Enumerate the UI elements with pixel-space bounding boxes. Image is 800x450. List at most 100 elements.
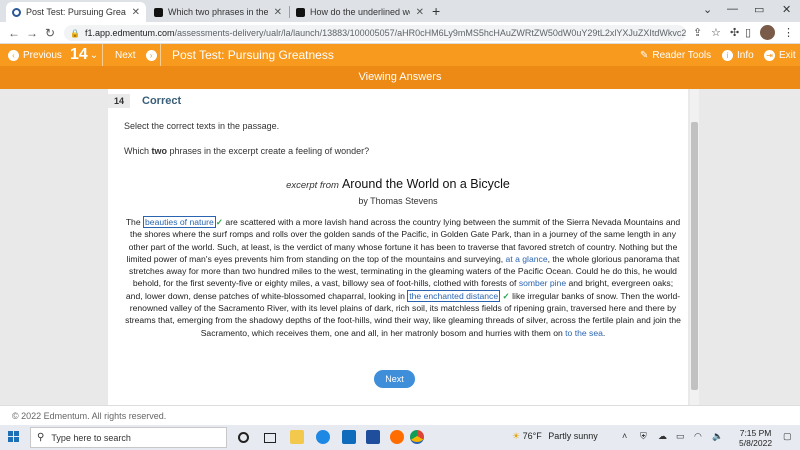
previous-label: Previous [23,49,62,61]
chevron-down-icon: ⌄ [89,49,99,61]
passage-segment: The [125,217,144,227]
reader-tools-label: Reader Tools [652,49,712,61]
tab-icon [154,7,163,17]
weather-widget[interactable]: ☀ 76°F Partly sunny [512,431,598,442]
tab-icon [296,7,305,17]
tab-post-test[interactable]: Post Test: Pursuing Greatness ✕ [6,2,146,22]
exit-label: Exit [779,49,796,61]
menu-icon[interactable]: ⋮ [783,26,794,39]
windows-taskbar: ⚲ Type here to search ☀ 76°F Partly sunn… [0,425,800,450]
cortana-icon[interactable] [238,432,249,443]
system-clock[interactable]: 7:15 PM 5/8/2022 [739,428,772,448]
mail-icon[interactable] [366,430,380,444]
next-button[interactable]: Next [374,370,415,388]
reader-tools-icon: ✎ [640,49,649,61]
search-icon: ⚲ [37,432,45,443]
info-button[interactable]: i Info [722,44,754,66]
security-icon[interactable]: ⛨ [640,431,647,442]
close-window-icon[interactable]: ✕ [782,3,791,16]
profile-avatar[interactable] [760,25,775,40]
weather-icon: ☀ [512,431,521,441]
taskbar-search[interactable]: ⚲ Type here to search [30,427,227,448]
phrase-option-selected[interactable]: the enchanted distance [407,289,501,302]
info-icon: i [722,49,733,61]
phrase-option-selected[interactable]: beauties of nature [143,216,216,228]
clock-date: 5/8/2022 [739,438,773,448]
lock-icon: 🔒 [70,28,80,38]
weather-condition: Partly sunny [548,431,598,441]
checkmark-icon: ✓ [215,217,224,227]
question-selector[interactable]: 14 ⌄ [70,44,98,66]
star-icon[interactable]: ☆ [711,26,721,39]
content-area: 14 Correct Select the correct texts in t… [0,89,800,405]
forward-icon[interactable]: → [26,26,38,40]
previous-button[interactable]: ‹ Previous [8,44,62,66]
scrollbar-thumb[interactable] [691,122,698,390]
page-footer: © 2022 Edmentum. All rights reserved. [0,405,800,425]
chrome-icon[interactable] [410,430,424,444]
prompt-bold: two [151,146,168,156]
reader-tools-button[interactable]: ✎ Reader Tools [640,44,711,66]
firefox-icon[interactable] [390,430,404,444]
tab-underlined-words[interactable]: How do the underlined words af ✕ [290,2,430,22]
phrase-option[interactable]: to the sea [565,328,603,338]
url-bar[interactable]: 🔒 f1.app.edmentum.com /assessments-deliv… [64,25,686,41]
phrase-option[interactable]: at a glance [506,254,548,264]
chevron-up-icon[interactable]: ˄ [622,431,627,441]
onedrive-icon[interactable]: ☁ [658,431,667,442]
next-toolbar-button[interactable]: Next › [115,44,161,66]
question-number-badge: 14 [108,94,130,108]
exit-button[interactable]: ⇥ Exit [764,44,796,66]
display-icon[interactable]: ▭ [676,431,685,442]
url-host: f1.app.edmentum.com [84,28,175,38]
store-icon[interactable] [342,430,356,444]
passage-title: excerpt from Around the World on a Bicyc… [108,177,688,191]
tab-title: How do the underlined words af [310,7,410,17]
question-prompt: Which two phrases in the excerpt create … [124,146,369,156]
assessment-toolbar: ‹ Previous 14 ⌄ Next › Post Test: Pursui… [0,44,800,66]
chevron-down-icon[interactable]: ⌄ [703,3,712,16]
clock-time: 7:15 PM [739,428,772,438]
close-icon[interactable]: ✕ [416,7,424,18]
notifications-icon[interactable]: ▢ [783,431,792,442]
volume-icon[interactable]: 🔈 [712,431,723,442]
instruction-text: Select the correct texts in the passage. [124,121,280,131]
passage-segment: . [602,327,606,338]
test-title: Post Test: Pursuing Greatness [172,48,334,62]
passage-author: by Thomas Stevens [358,196,438,206]
search-placeholder: Type here to search [51,432,131,443]
windows-start-icon[interactable] [8,431,20,443]
excerpt-label: excerpt from [286,180,339,191]
temperature: 76°F [522,431,542,441]
tab-title: Post Test: Pursuing Greatness [26,7,126,17]
reload-icon[interactable]: ↻ [45,26,55,40]
new-tab-icon[interactable]: + [432,3,440,19]
prompt-text: Which [124,146,152,156]
passage-text: The beauties of nature ✓ are scattered wi… [124,216,682,339]
edmentum-icon [12,7,21,17]
close-icon[interactable]: ✕ [274,7,282,18]
address-bar-row: ← → ↻ 🔒 f1.app.edmentum.com /assessments… [0,22,800,44]
reading-list-icon[interactable]: ▯ [745,26,751,39]
share-icon[interactable]: ⇪ [693,26,702,39]
tab-which-two-phrases[interactable]: Which two phrases in the excerpt ✕ [148,2,288,22]
next-icon: › [145,49,157,61]
close-icon[interactable]: ✕ [132,7,140,18]
browser-tab-strip: Post Test: Pursuing Greatness ✕ Which tw… [0,0,800,22]
back-icon[interactable]: ← [8,26,20,40]
network-icon[interactable]: ◠ [694,431,702,442]
task-view-icon[interactable] [264,433,276,443]
viewing-answers-banner: Viewing Answers [0,66,800,89]
extensions-icon[interactable]: ✣ [730,26,739,39]
next-label: Next [115,49,136,61]
maximize-icon[interactable]: ▭ [754,3,764,16]
phrase-option[interactable]: somber pine [519,278,566,288]
minimize-icon[interactable]: — [727,3,738,15]
edge-icon[interactable] [316,430,330,444]
file-explorer-icon[interactable] [290,430,304,444]
previous-icon: ‹ [8,49,19,61]
divider [160,44,161,66]
divider [102,44,103,66]
info-label: Info [737,49,754,61]
question-number: 14 [70,46,88,63]
